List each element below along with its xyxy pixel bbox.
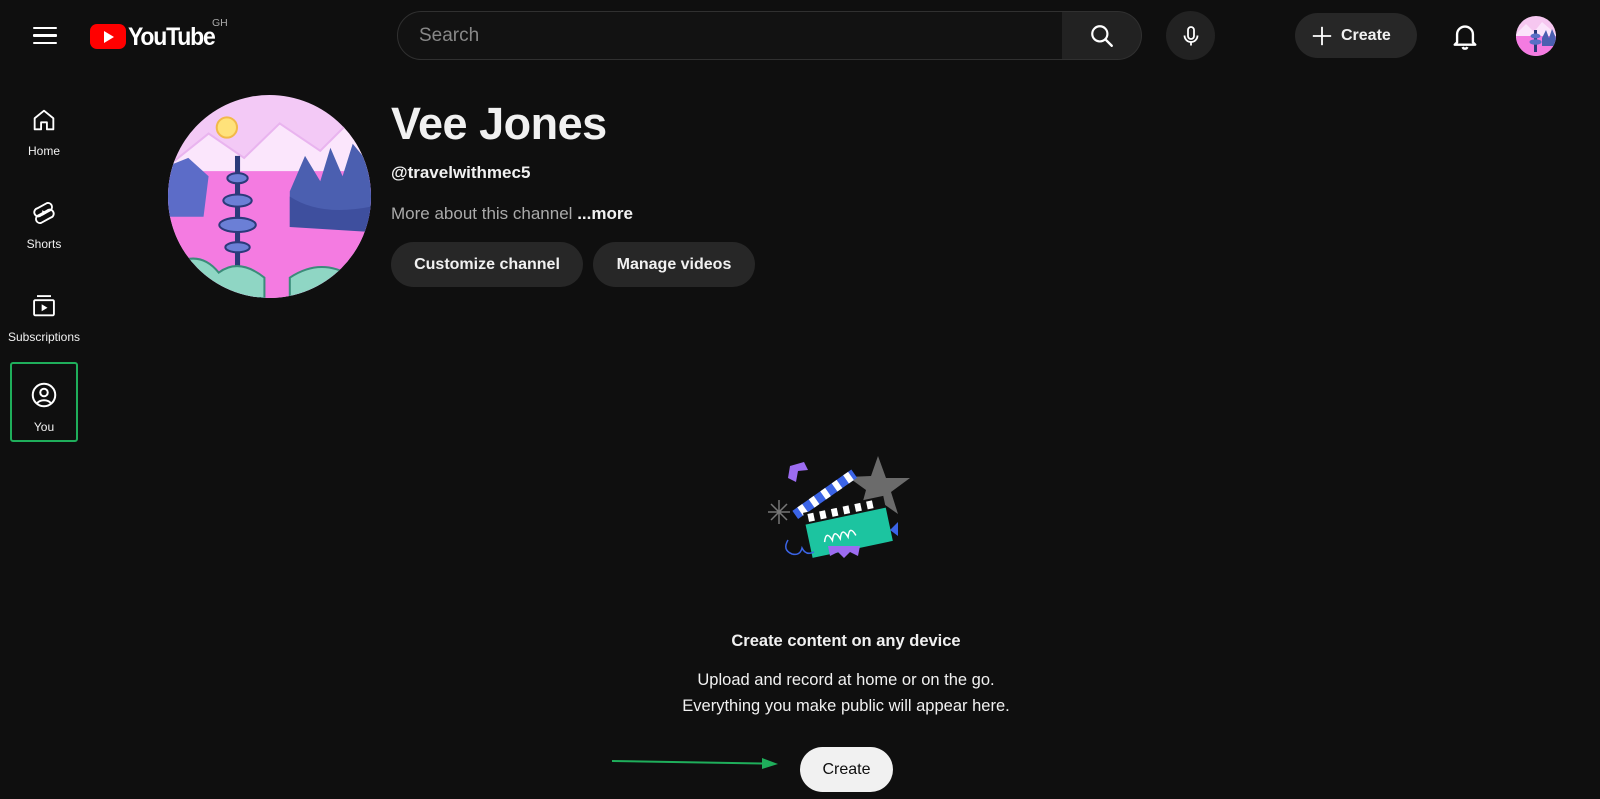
search-button[interactable] bbox=[1062, 11, 1142, 60]
sidebar-item-home[interactable]: Home bbox=[10, 90, 78, 170]
search-icon bbox=[1090, 24, 1113, 47]
sidebar-item-you[interactable]: You bbox=[10, 362, 78, 442]
sidebar-item-label: You bbox=[33, 420, 55, 434]
sidebar-item-shorts[interactable]: Shorts bbox=[10, 183, 78, 263]
plus-icon bbox=[1312, 26, 1332, 45]
sidebar-item-label: Home bbox=[27, 144, 60, 158]
logo-region-code: GH bbox=[212, 17, 228, 29]
empty-state-line-2: Everything you make public will appear h… bbox=[682, 697, 1010, 715]
avatar-image bbox=[1516, 16, 1556, 56]
sidebar-item-subscriptions[interactable]: Subscriptions bbox=[7, 276, 81, 356]
bell-icon bbox=[1453, 25, 1477, 50]
youtube-play-icon bbox=[90, 23, 126, 49]
search-box bbox=[397, 11, 1063, 60]
more-label: ...more bbox=[577, 204, 633, 223]
youtube-logo[interactable]: YouTube bbox=[90, 20, 216, 52]
sidebar-item-label: Shorts bbox=[26, 237, 62, 251]
create-button[interactable]: Create bbox=[800, 747, 893, 792]
logo-text: YouTube bbox=[128, 21, 216, 50]
customize-channel-button[interactable]: Customize channel bbox=[391, 242, 583, 287]
channel-avatar[interactable] bbox=[168, 95, 371, 298]
shorts-icon bbox=[33, 202, 55, 224]
create-button-header[interactable]: Create bbox=[1295, 13, 1417, 58]
empty-state-line-1: Upload and record at home or on the go. bbox=[697, 671, 995, 689]
annotation-arrow bbox=[612, 758, 778, 769]
channel-name: Vee Jones bbox=[391, 98, 607, 149]
microphone-icon bbox=[1183, 25, 1198, 45]
about-text: More about this channel bbox=[391, 204, 573, 223]
channel-avatar-image bbox=[168, 95, 371, 298]
voice-search-button[interactable] bbox=[1166, 11, 1215, 60]
account-avatar[interactable] bbox=[1516, 16, 1556, 56]
empty-state-title: Create content on any device bbox=[731, 632, 961, 650]
manage-videos-button[interactable]: Manage videos bbox=[593, 242, 755, 287]
create-button-label: Create bbox=[1341, 26, 1391, 44]
home-icon bbox=[33, 109, 55, 131]
sidebar-item-label: Subscriptions bbox=[7, 330, 81, 344]
user-circle-icon bbox=[31, 382, 57, 408]
channel-handle: @travelwithmec5 bbox=[391, 163, 531, 182]
top-bar: YouTube GH Create bbox=[0, 0, 1600, 72]
empty-state-description: Upload and record at home or on the go. … bbox=[0, 667, 1600, 719]
channel-about-link[interactable]: More about this channel ...more bbox=[391, 204, 633, 224]
search-input[interactable] bbox=[398, 24, 1062, 47]
subscriptions-icon bbox=[33, 295, 55, 317]
hamburger-menu-icon[interactable] bbox=[28, 22, 62, 50]
create-content-illustration bbox=[768, 456, 910, 558]
notifications-button[interactable] bbox=[1446, 17, 1484, 55]
